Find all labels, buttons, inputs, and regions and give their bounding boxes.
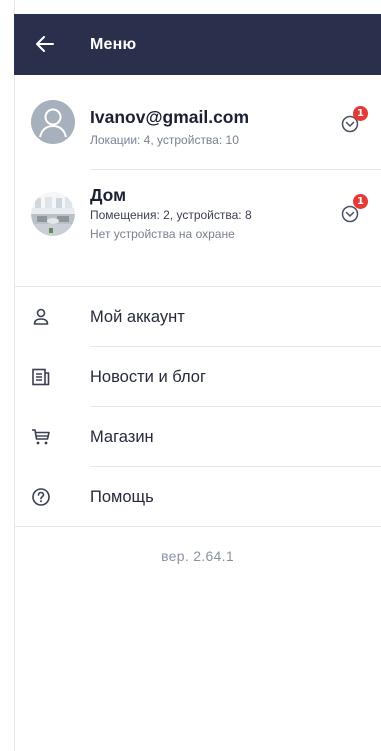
menu-item-label: Новости и блог: [90, 368, 206, 386]
help-icon: [32, 488, 50, 506]
notification-badge: 1: [353, 106, 368, 121]
location-guard-status: Нет устройства на охране: [90, 227, 235, 241]
screen-edge: [0, 0, 15, 751]
app-header: Меню: [14, 14, 381, 75]
menu-item-my-account[interactable]: Мой аккаунт: [14, 288, 381, 346]
user-icon: [33, 308, 49, 325]
location-subtitle: Помещения: 2, устройства: 8: [90, 208, 252, 222]
menu-item-label: Магазин: [90, 428, 154, 446]
divider: [90, 406, 381, 407]
section-divider: [14, 526, 381, 527]
location-name: Дом: [90, 185, 127, 205]
section-divider: [14, 286, 381, 287]
location-photo: [31, 192, 75, 236]
location-row[interactable]: Дом Помещения: 2, устройства: 8 Нет устр…: [14, 180, 381, 250]
divider: [90, 169, 381, 170]
menu-item-label: Помощь: [90, 488, 154, 506]
menu-item-label: Мой аккаунт: [90, 308, 185, 326]
page-title: Меню: [90, 36, 137, 53]
account-row[interactable]: Ivanov@gmail.com Локации: 4, устройства:…: [14, 97, 381, 169]
back-button[interactable]: [31, 30, 59, 58]
menu-item-news[interactable]: Новости и блог: [14, 348, 381, 406]
app-version: вер. 2.64.1: [161, 548, 234, 564]
divider: [90, 466, 381, 467]
account-subtitle: Локации: 4, устройства: 10: [90, 133, 239, 147]
divider: [90, 346, 381, 347]
user-avatar-icon: [31, 100, 75, 144]
arrow-left-icon: [36, 36, 54, 52]
notification-badge: 1: [353, 194, 368, 209]
menu-item-help[interactable]: Помощь: [14, 468, 381, 526]
news-icon: [32, 368, 50, 386]
account-email: Ivanov@gmail.com: [90, 107, 250, 127]
menu-item-shop[interactable]: Магазин: [14, 408, 381, 466]
cart-icon: [32, 429, 50, 445]
